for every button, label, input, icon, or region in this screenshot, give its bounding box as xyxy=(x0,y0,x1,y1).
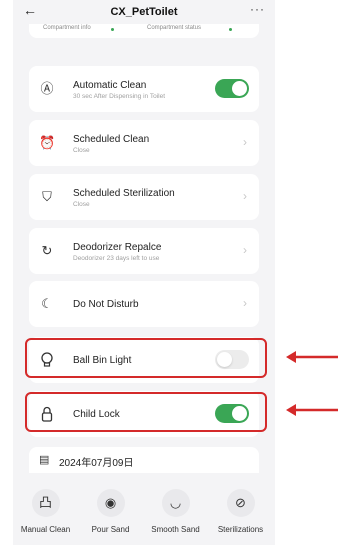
setting-label: Automatic Clean xyxy=(73,80,147,91)
setting-subtitle: Close xyxy=(73,201,90,208)
pour-sand-button[interactable]: ◉ Pour Sand xyxy=(78,477,143,534)
alarm-clock-icon: ⏰ xyxy=(39,135,56,150)
sterilizations-button[interactable]: ⊘ Sterilizations xyxy=(208,477,273,534)
auto-clean-icon: Ⓐ xyxy=(40,81,54,96)
status-dot xyxy=(229,28,232,31)
setting-do-not-disturb[interactable]: ☾ Do Not Disturb › xyxy=(29,281,259,327)
setting-subtitle: Close xyxy=(73,147,90,154)
manual-clean-button[interactable]: 凸 Manual Clean xyxy=(13,477,78,534)
moon-icon: ☾ xyxy=(41,296,53,311)
action-label: Sterilizations xyxy=(217,525,264,534)
status-dot xyxy=(111,28,114,31)
manual-clean-icon: 凸 xyxy=(31,489,60,517)
date-text: 2024年07月09日 xyxy=(59,458,134,469)
red-arrow-icon xyxy=(286,351,338,363)
chevron-right-icon: › xyxy=(243,189,247,203)
top-bar: ← CX_PetToilet ··· xyxy=(13,0,275,24)
action-label: Manual Clean xyxy=(20,525,71,534)
smooth-sand-icon: ◡ xyxy=(161,489,190,517)
more-options-icon[interactable]: ··· xyxy=(250,2,265,16)
setting-label: Scheduled Sterilization xyxy=(73,188,175,199)
app-screen: ← CX_PetToilet ··· Compartment info Comp… xyxy=(13,0,275,545)
smooth-sand-button[interactable]: ◡ Smooth Sand xyxy=(143,477,208,534)
action-label: Pour Sand xyxy=(91,525,130,534)
date-bar[interactable]: ▤ 2024年07月09日 xyxy=(29,447,259,473)
setting-subtitle: Deodorizer 23 days left to use xyxy=(73,255,160,262)
setting-scheduled-clean[interactable]: ⏰ Scheduled Clean Close › xyxy=(29,120,259,166)
setting-label: Deodorizer Repalce xyxy=(73,242,162,253)
pour-sand-icon: ◉ xyxy=(96,489,125,517)
setting-subtitle: 30 sec After Dispensing in Toilet xyxy=(73,93,166,100)
chevron-right-icon: › xyxy=(243,296,247,310)
deodorizer-icon: ↻ xyxy=(41,243,53,258)
highlight-box-ball-bin-light xyxy=(25,338,267,378)
shield-icon: ⛉ xyxy=(42,189,52,204)
compartment-summary: Compartment info Compartment status xyxy=(29,24,259,38)
automatic-clean-toggle[interactable] xyxy=(215,79,249,98)
compartment-status-text: Compartment status xyxy=(147,25,202,31)
compartment-info-text: Compartment info xyxy=(43,25,91,31)
toggle-knob xyxy=(232,81,247,96)
action-label: Smooth Sand xyxy=(151,525,200,534)
bottom-action-bar: 凸 Manual Clean ◉ Pour Sand ◡ Smooth Sand… xyxy=(13,477,275,545)
chevron-right-icon: › xyxy=(243,135,247,149)
setting-deodorizer-replace[interactable]: ↻ Deodorizer Repalce Deodorizer 23 days … xyxy=(29,228,259,274)
page-title: CX_PetToilet xyxy=(110,6,178,18)
red-arrow-icon xyxy=(286,404,338,416)
setting-automatic-clean[interactable]: Ⓐ Automatic Clean 30 sec After Dispensin… xyxy=(29,66,259,112)
calendar-icon: ▤ xyxy=(39,454,50,466)
setting-label: Scheduled Clean xyxy=(73,134,150,145)
highlight-box-child-lock xyxy=(25,392,267,432)
setting-scheduled-sterilization[interactable]: ⛉ Scheduled Sterilization Close › xyxy=(29,174,259,220)
setting-label: Do Not Disturb xyxy=(73,299,139,310)
chevron-right-icon: › xyxy=(243,243,247,257)
sterilization-icon: ⊘ xyxy=(226,489,255,517)
